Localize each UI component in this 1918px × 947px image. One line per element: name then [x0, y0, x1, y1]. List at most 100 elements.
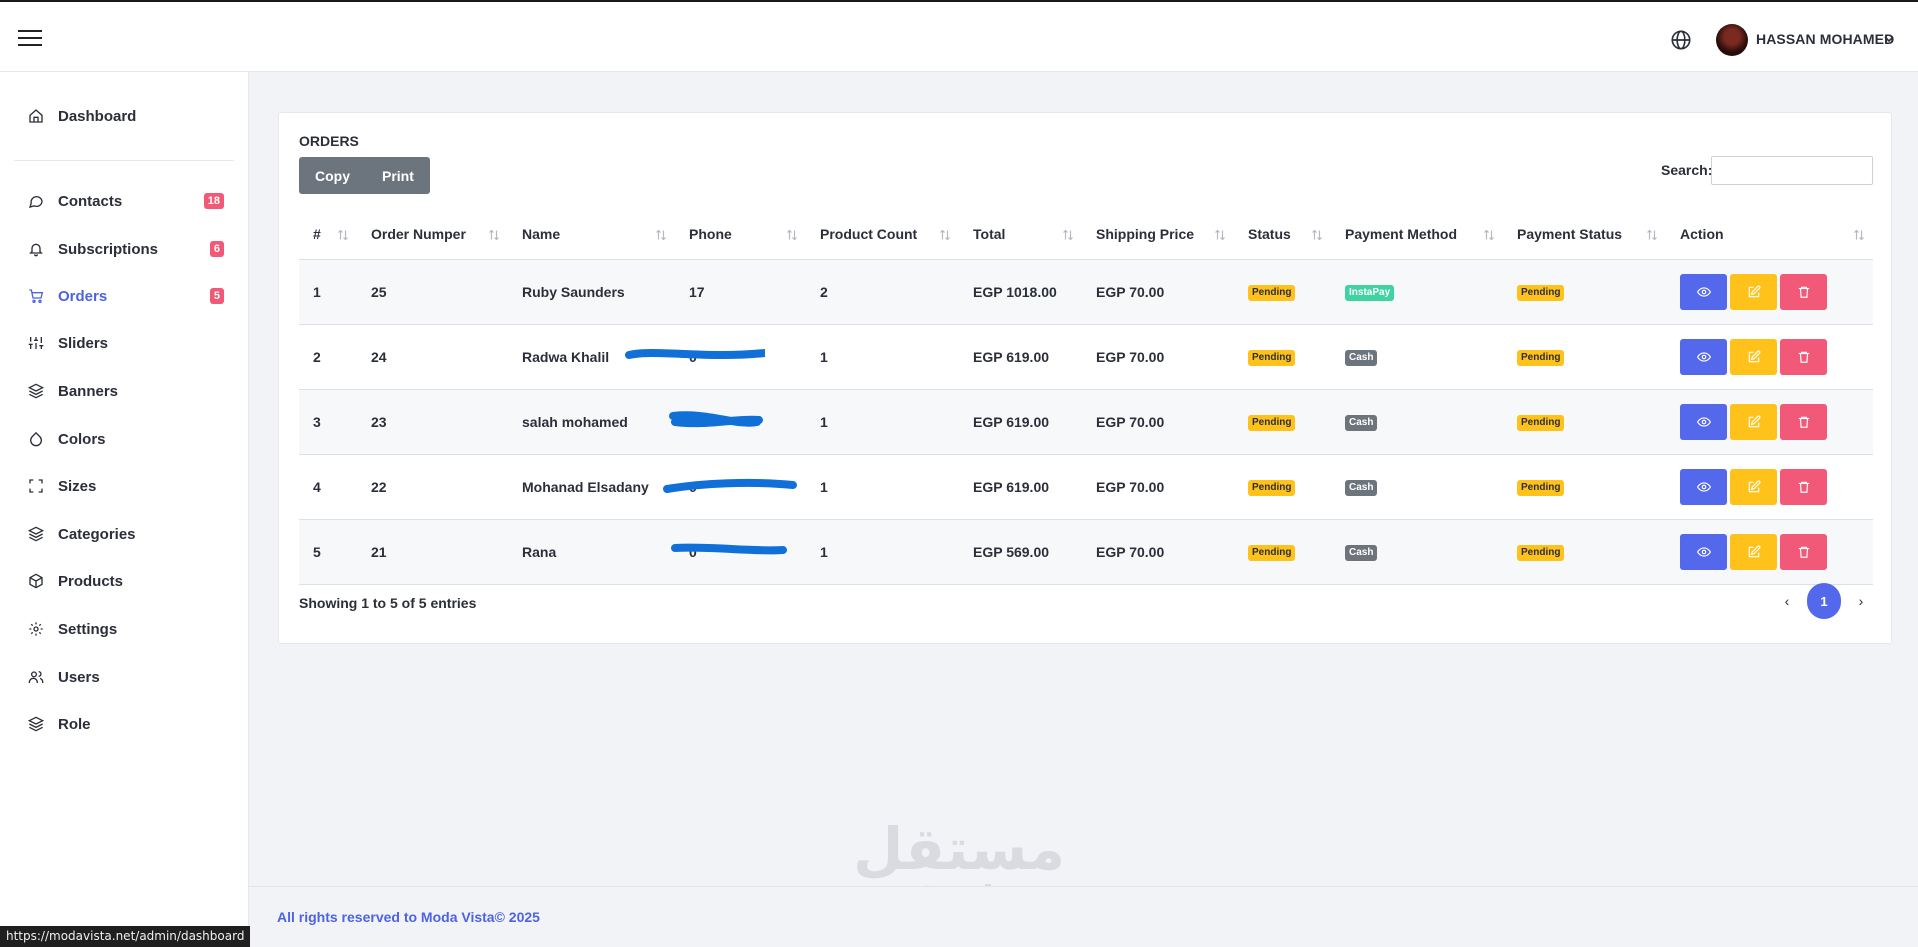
sidebar: Dashboard Contacts 18 Subscriptions 6 Or… [0, 72, 249, 947]
badge-count: 18 [203, 193, 224, 209]
search-input[interactable] [1711, 156, 1873, 185]
sort-icon [1063, 229, 1073, 241]
customer-name: salah mohamed [508, 389, 675, 455]
view-button[interactable] [1680, 533, 1727, 570]
sidebar-item-label: Sliders [58, 334, 109, 352]
edit-icon [1748, 350, 1760, 362]
gear-icon [29, 622, 43, 636]
shipping-price: EGP 70.00 [1082, 519, 1234, 585]
payment-method-badge: Cash [1345, 480, 1378, 496]
column-header[interactable]: # [299, 209, 357, 260]
product-count: 2 [806, 259, 959, 325]
sidebar-item-categories[interactable]: Categories [28, 522, 224, 546]
edit-button[interactable] [1730, 403, 1777, 440]
column-header[interactable]: Product Count [806, 209, 959, 260]
sort-icon [1484, 229, 1494, 241]
users-icon [28, 671, 44, 683]
view-button[interactable] [1680, 468, 1727, 505]
order-number: 22 [357, 454, 508, 520]
column-header-label: Order Numper [371, 225, 466, 242]
payment-status-cell: Pending [1503, 454, 1666, 520]
edit-button[interactable] [1730, 273, 1777, 310]
export-buttons: Copy Print [299, 157, 430, 194]
pagination-page-1[interactable]: 1 [1807, 583, 1841, 619]
sliders-icon [28, 337, 44, 349]
payment-method-badge: InstaPay [1345, 285, 1395, 301]
sidebar-item-sliders[interactable]: Sliders [28, 331, 224, 355]
column-header[interactable]: Payment Method [1331, 209, 1503, 260]
view-button[interactable] [1680, 338, 1727, 375]
delete-button[interactable] [1780, 468, 1827, 505]
column-header[interactable]: Total [959, 209, 1082, 260]
droplet-icon [30, 431, 42, 447]
orders-table: # Order Numper Name Phone Product Count Total… [299, 209, 1873, 585]
eye-icon [1696, 351, 1711, 362]
product-count: 1 [806, 519, 959, 585]
chevron-down-icon[interactable] [1884, 35, 1894, 43]
copy-button[interactable]: Copy [299, 157, 366, 194]
sidebar-item-sizes[interactable]: Sizes [28, 474, 224, 498]
sort-icon [1215, 229, 1225, 241]
trash-icon [1798, 286, 1809, 298]
pagination-prev[interactable]: ‹ [1767, 583, 1807, 619]
sidebar-item-users[interactable]: Users [28, 665, 224, 689]
sidebar-item-label: Categories [58, 525, 136, 543]
view-button[interactable] [1680, 273, 1727, 310]
column-header[interactable]: Order Numper [357, 209, 508, 260]
action-cell [1666, 389, 1873, 455]
status-badge: Pending [1248, 545, 1296, 561]
pagination-next[interactable]: › [1841, 583, 1881, 619]
sidebar-item-contacts[interactable]: Contacts 18 [28, 189, 224, 213]
order-total: EGP 619.00 [959, 324, 1082, 390]
phone-number: 0 [689, 348, 697, 365]
order-number: 24 [357, 324, 508, 390]
column-header[interactable]: Name [508, 209, 675, 260]
delete-button[interactable] [1780, 403, 1827, 440]
payment-method-cell: InstaPay [1331, 259, 1503, 325]
phone-number: 17 [689, 283, 705, 300]
sidebar-divider [14, 160, 234, 161]
sidebar-item-label: Settings [58, 620, 118, 638]
delete-button[interactable] [1780, 273, 1827, 310]
layers-icon [28, 716, 44, 732]
globe-icon[interactable] [1670, 29, 1692, 51]
payment-status-badge: Pending [1517, 415, 1565, 431]
edit-button[interactable] [1730, 338, 1777, 375]
sidebar-item-products[interactable]: Products [28, 569, 224, 593]
box-icon [29, 573, 43, 589]
column-header-label: Shipping Price [1096, 225, 1195, 242]
column-header[interactable]: Action [1666, 209, 1873, 260]
sidebar-item-colors[interactable]: Colors [28, 427, 224, 451]
sidebar-item-banners[interactable]: Banners [28, 379, 224, 403]
column-header[interactable]: Phone [675, 209, 806, 260]
sidebar-item-dashboard[interactable]: Dashboard [28, 104, 224, 128]
user-name[interactable]: HASSAN MOHAMED [1756, 31, 1894, 47]
sidebar-item-label: Users [58, 668, 100, 686]
column-header[interactable]: Payment Status [1503, 209, 1666, 260]
print-button[interactable]: Print [366, 157, 430, 194]
watermark-arabic: مستقل [852, 815, 1066, 883]
sidebar-item-orders[interactable]: Orders 5 [28, 284, 224, 308]
sidebar-item-label: Banners [58, 382, 119, 400]
menu-icon[interactable] [18, 30, 42, 48]
status-badge: Pending [1248, 350, 1296, 366]
avatar[interactable] [1716, 24, 1748, 56]
sidebar-item-label: Sizes [58, 477, 97, 495]
edit-button[interactable] [1730, 468, 1777, 505]
edit-button[interactable] [1730, 533, 1777, 570]
column-header-label: Name [522, 225, 561, 242]
sidebar-item-subscriptions[interactable]: Subscriptions 6 [28, 237, 224, 261]
sidebar-item-label: Dashboard [58, 107, 137, 125]
sidebar-item-role[interactable]: Role [28, 712, 224, 736]
view-button[interactable] [1680, 403, 1727, 440]
delete-button[interactable] [1780, 338, 1827, 375]
sidebar-item-settings[interactable]: Settings [28, 617, 224, 641]
column-header[interactable]: Status [1234, 209, 1331, 260]
payment-status-cell: Pending [1503, 259, 1666, 325]
layers-icon [28, 526, 44, 542]
sort-icon [489, 229, 499, 241]
sort-icon [656, 229, 666, 241]
eye-icon [1696, 481, 1711, 492]
delete-button[interactable] [1780, 533, 1827, 570]
column-header[interactable]: Shipping Price [1082, 209, 1234, 260]
